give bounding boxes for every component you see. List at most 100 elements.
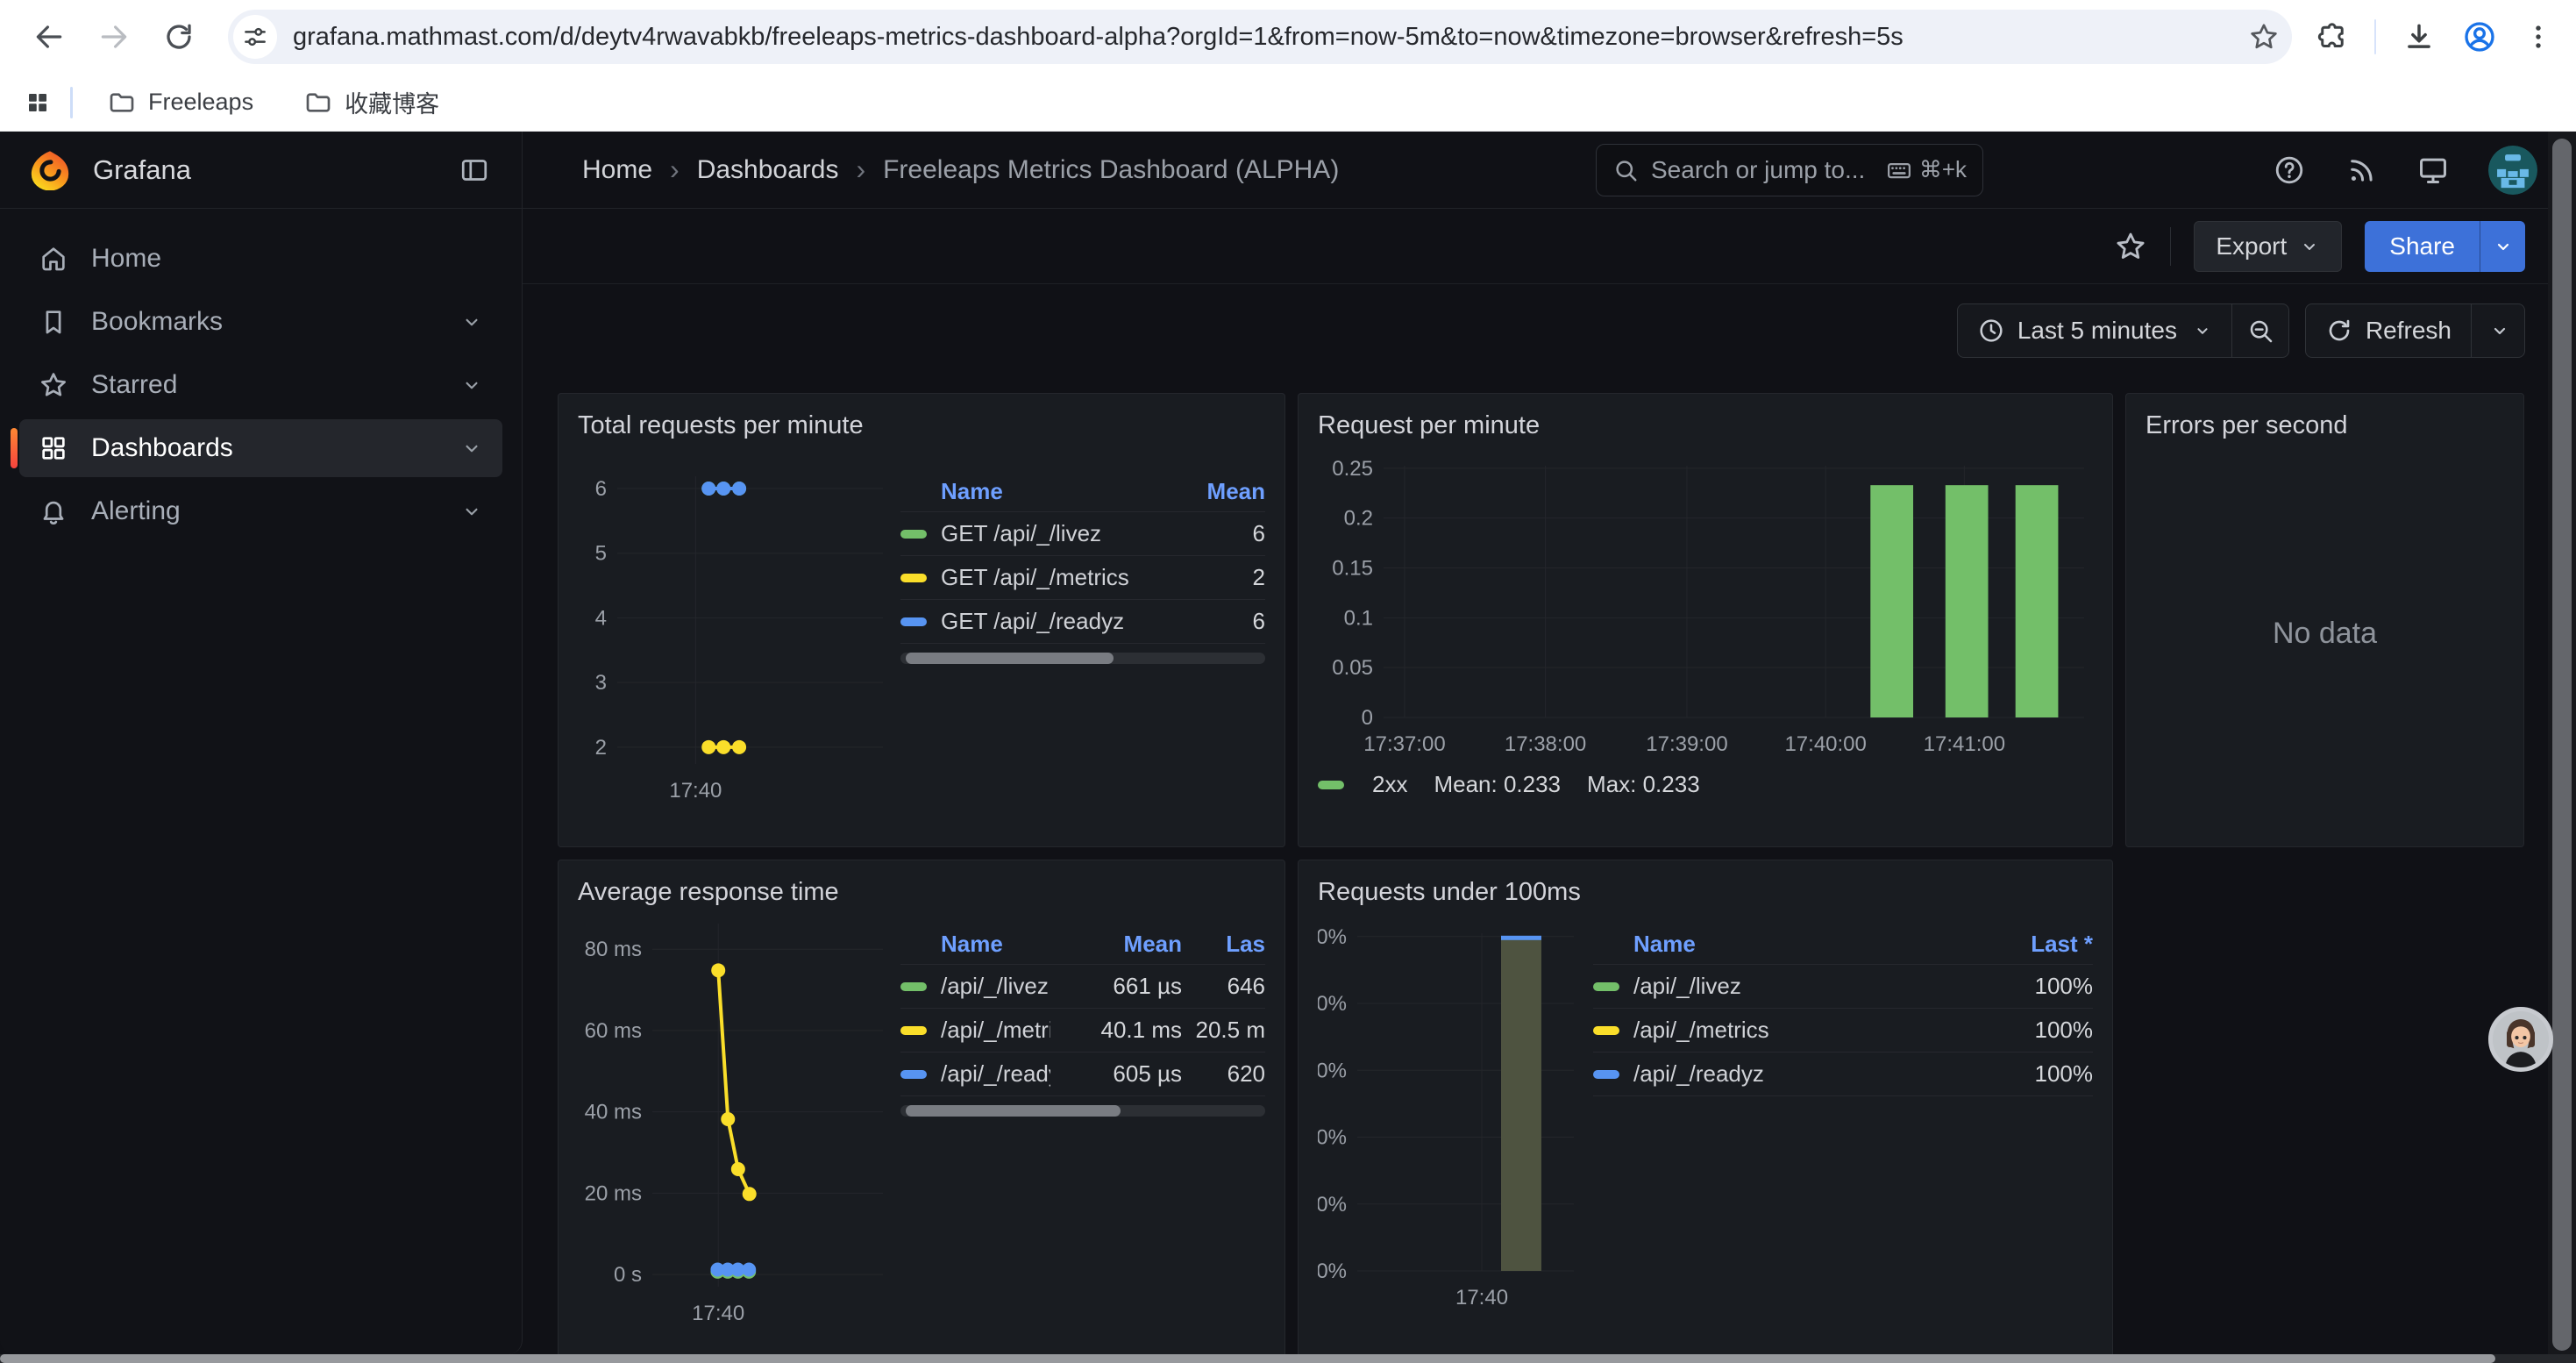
svg-text:17:37:00: 17:37:00 [1363, 732, 1445, 756]
breadcrumb-home[interactable]: Home [582, 155, 652, 185]
legend-row[interactable]: GET /api/_/metrics2 [900, 555, 1265, 599]
legend-scrollbar[interactable] [900, 653, 1265, 664]
floating-assistant-avatar[interactable] [2488, 1007, 2553, 1072]
sidebar-toggle-button[interactable] [459, 154, 490, 186]
series-name[interactable]: 2xx [1372, 771, 1407, 798]
chevron-down-icon [2299, 236, 2320, 257]
series-name[interactable]: /api/_/metrics [941, 1017, 1050, 1044]
downloads-button[interactable] [2402, 20, 2436, 54]
bookmarks-divider [70, 87, 73, 118]
sidebar-item-dashboards[interactable]: Dashboards [19, 419, 502, 477]
vertical-scrollbar-thumb[interactable] [2552, 139, 2572, 1351]
bookmark-icon [39, 307, 68, 337]
search-icon [1612, 157, 1639, 183]
panel-title[interactable]: Requests under 100ms [1318, 873, 2093, 911]
panel-title[interactable]: Total requests per minute [578, 406, 1265, 445]
total-requests-chart[interactable]: 6543217:40 [578, 462, 892, 813]
svg-text:3: 3 [595, 671, 607, 695]
back-button[interactable] [26, 14, 72, 60]
request-per-minute-chart[interactable]: 0.250.20.150.10.05017:37:0017:38:0017:39… [1318, 448, 2095, 757]
legend-row[interactable]: /api/_/metrics40.1 ms20.5 m [900, 1008, 1265, 1052]
series-name[interactable]: GET /api/_/metrics [941, 564, 1160, 591]
sidebar-item-bookmarks[interactable]: Bookmarks [19, 293, 502, 351]
bookmark-folder-blogs[interactable]: 收藏博客 [288, 78, 455, 126]
svg-text:60%: 60% [1318, 1059, 1347, 1082]
extensions-icon [2316, 21, 2348, 53]
favorite-dashboard-button[interactable] [2114, 230, 2147, 263]
zoom-out-button[interactable] [2231, 304, 2288, 357]
no-data-message: No data [2145, 445, 2504, 822]
bookmark-star-icon[interactable] [2248, 21, 2280, 53]
bookmark-folder-freeleaps[interactable]: Freeleaps [92, 82, 269, 124]
panel-title[interactable]: Average response time [578, 873, 1265, 911]
share-button[interactable]: Share [2365, 221, 2480, 272]
reload-button[interactable] [156, 14, 202, 60]
svg-text:100%: 100% [1318, 925, 1347, 949]
average-response-chart[interactable]: 80 ms60 ms40 ms20 ms0 s17:40 [578, 911, 892, 1350]
svg-text:2: 2 [595, 736, 607, 760]
series-color-pill [1318, 781, 1344, 789]
vertical-scrollbar[interactable] [2548, 132, 2576, 1354]
legend-table[interactable]: NameMeanLas/api/_/livez661 µs646/api/_/m… [900, 924, 1265, 1350]
time-range-picker[interactable]: Last 5 minutes [1958, 304, 2231, 357]
news-button[interactable] [2345, 153, 2378, 187]
legend-row[interactable]: /api/_/readyz605 µs620 [900, 1052, 1265, 1095]
clock-icon [1977, 317, 2005, 345]
legend-scrollbar[interactable] [900, 1105, 1265, 1117]
legend-row[interactable]: GET /api/_/readyz6 [900, 599, 1265, 643]
refresh-interval-button[interactable] [2471, 304, 2524, 357]
kiosk-button[interactable] [2416, 153, 2450, 187]
legend-table[interactable]: NameLast */api/_/livez100%/api/_/metrics… [1593, 924, 2093, 1350]
sidebar-item-home[interactable]: Home [19, 230, 502, 288]
legend-inline[interactable]: 2xx Mean: 0.233 Max: 0.233 [1318, 771, 2093, 798]
legend-row[interactable]: /api/_/livez661 µs646 [900, 964, 1265, 1008]
extensions-button[interactable] [2316, 21, 2348, 53]
profile-button[interactable] [2462, 19, 2497, 54]
chevron-down-icon [460, 437, 483, 460]
svg-text:17:40:00: 17:40:00 [1784, 732, 1866, 756]
legend-header: NameLast * [1593, 924, 2093, 964]
grafana-logo[interactable] [30, 150, 70, 190]
sidebar-item-alerting[interactable]: Alerting [19, 482, 502, 540]
series-name[interactable]: /api/_/readyz [941, 1060, 1050, 1088]
series-max: Max: 0.233 [1587, 771, 1700, 798]
user-avatar[interactable] [2488, 146, 2537, 195]
series-name[interactable]: GET /api/_/readyz [941, 608, 1160, 635]
sidebar-item-starred[interactable]: Starred [19, 356, 502, 414]
horizontal-scrollbar-thumb[interactable] [0, 1354, 2495, 1363]
breadcrumb: Home › Dashboards › Freeleaps Metrics Da… [582, 153, 1339, 186]
panel-title[interactable]: Errors per second [2145, 406, 2504, 445]
menu-button[interactable] [2523, 22, 2553, 52]
keyboard-icon [1886, 157, 1912, 183]
series-value: 6 [1160, 608, 1265, 635]
browser-toolbar: grafana.mathmast.com/d/deytv4rwavabkb/fr… [0, 0, 2576, 74]
horizontal-scrollbar[interactable] [0, 1354, 2576, 1363]
apps-grid-icon[interactable] [25, 89, 51, 116]
help-button[interactable] [2273, 153, 2306, 187]
reload-icon [163, 21, 195, 53]
svg-text:17:40: 17:40 [1455, 1286, 1508, 1309]
bookmark-label: 收藏博客 [345, 85, 439, 119]
star-icon [39, 370, 68, 400]
legend-row[interactable]: /api/_/readyz100% [1593, 1052, 2093, 1095]
panel-title[interactable]: Request per minute [1318, 406, 2093, 445]
series-name[interactable]: GET /api/_/livez [941, 520, 1160, 547]
share-menu-button[interactable] [2480, 221, 2525, 272]
legend-row[interactable]: /api/_/metrics100% [1593, 1008, 2093, 1052]
search-input[interactable]: Search or jump to... ⌘+k [1596, 144, 1983, 196]
export-button[interactable]: Export [2194, 221, 2342, 272]
breadcrumb-dashboards[interactable]: Dashboards [697, 155, 839, 185]
series-name[interactable]: /api/_/livez [1633, 973, 1970, 1000]
legend-row[interactable]: GET /api/_/livez6 [900, 511, 1265, 555]
under-100ms-chart[interactable]: 100%80%60%40%20%0%17:40 [1318, 911, 1581, 1350]
site-settings-icon[interactable] [233, 15, 277, 59]
legend-row[interactable]: /api/_/livez100% [1593, 964, 2093, 1008]
url-bar[interactable]: grafana.mathmast.com/d/deytv4rwavabkb/fr… [228, 10, 2292, 64]
series-name[interactable]: /api/_/livez [941, 973, 1050, 1000]
legend-table[interactable]: NameMeanGET /api/_/livez6GET /api/_/metr… [900, 471, 1265, 813]
refresh-button[interactable]: Refresh [2306, 304, 2471, 357]
profile-icon [2462, 19, 2497, 54]
series-name[interactable]: /api/_/readyz [1633, 1060, 1970, 1088]
forward-button[interactable] [91, 14, 137, 60]
series-name[interactable]: /api/_/metrics [1633, 1017, 1970, 1044]
